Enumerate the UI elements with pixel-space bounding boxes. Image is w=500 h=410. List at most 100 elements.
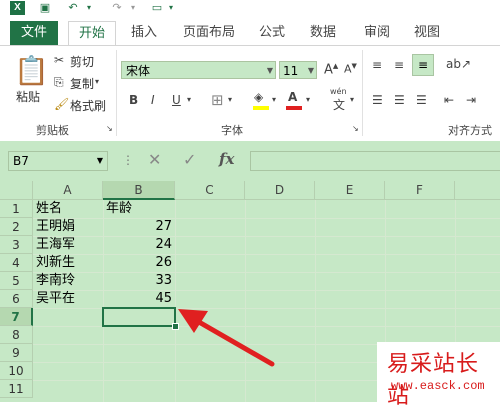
name-box[interactable]: B7 ▼ (8, 151, 108, 171)
copy-dropdown-icon[interactable]: ▾ (95, 77, 99, 86)
column-header[interactable]: F (385, 181, 455, 200)
row-header[interactable]: 6 (0, 290, 33, 308)
align-top-icon[interactable]: ≡ (372, 58, 382, 72)
increase-indent-icon[interactable]: ⇥ (466, 93, 476, 107)
enter-icon[interactable]: ✓ (183, 150, 196, 169)
cell-b4[interactable]: 26 (103, 254, 172, 272)
phonetic-icon[interactable]: 文 (333, 96, 345, 113)
cell-a1[interactable]: 姓名 (36, 200, 62, 218)
cut-icon[interactable]: ✂ (54, 53, 64, 67)
formula-bar: B7 ▼ ⋮ ✕ ✓ fx (0, 141, 500, 181)
font-group-label: 字体 (221, 124, 243, 137)
cut-button[interactable]: 剪切 (70, 53, 94, 70)
tab-home[interactable]: 开始 (68, 21, 117, 46)
cell-a4[interactable]: 刘新生 (36, 254, 75, 272)
cell-b1[interactable]: 年龄 (106, 200, 132, 218)
column-header[interactable]: D (245, 181, 315, 200)
cell-b3[interactable]: 24 (103, 236, 172, 254)
divider (362, 50, 363, 136)
phonetic-dropdown-icon[interactable]: ▾ (350, 95, 354, 104)
tab-review[interactable]: 审阅 (364, 21, 390, 45)
insert-function-button[interactable]: fx (219, 150, 234, 168)
font-size-field[interactable]: 11 ▼ (279, 61, 317, 79)
paste-icon[interactable]: 📋 (14, 54, 49, 87)
tab-data[interactable]: 数据 (310, 21, 336, 45)
fill-color-icon[interactable]: ◈ (254, 90, 263, 104)
row-header[interactable]: 5 (0, 272, 33, 290)
fill-dropdown-icon[interactable]: ▾ (272, 95, 276, 104)
save-icon[interactable]: ▣ (38, 2, 52, 14)
align-middle-icon[interactable]: ≡ (394, 58, 404, 72)
align-bottom-icon: ≡ (418, 58, 429, 72)
name-box-value: B7 (13, 154, 29, 168)
clipboard-group-label: 剪贴板 (36, 124, 69, 137)
row-header[interactable]: 3 (0, 236, 33, 254)
row-header[interactable]: 4 (0, 254, 33, 272)
tab-page-layout[interactable]: 页面布局 (183, 21, 235, 45)
quick-access-icon[interactable]: ▭ (150, 2, 164, 14)
clipboard-launcher-icon[interactable]: ↘ (106, 124, 113, 133)
row-header[interactable]: 11 (0, 380, 33, 398)
orientation-icon[interactable]: ab↗ (446, 57, 471, 71)
ribbon: 📋 粘贴 ✂ 剪切 ⎘ 复制 ▾ 🖌 格式刷 剪贴板 ↘ 宋体 ▼ 11 ▼ A… (0, 45, 500, 142)
paste-button[interactable]: 粘贴 (16, 88, 40, 105)
tab-view[interactable]: 视图 (414, 21, 440, 45)
column-header[interactable]: B (103, 181, 175, 200)
format-painter-button[interactable]: 格式刷 (70, 97, 106, 114)
increase-font-icon[interactable]: A▲ (324, 62, 338, 77)
underline-dropdown-icon[interactable]: ▾ (187, 95, 191, 104)
customize-qat-icon[interactable]: ▾ (164, 2, 178, 14)
cell-a2[interactable]: 王明娟 (36, 218, 75, 236)
font-name-value: 宋体 (126, 64, 151, 78)
fill-color-swatch (253, 106, 269, 110)
column-header[interactable]: A (33, 181, 103, 200)
redo-dropdown-icon[interactable]: ▾ (126, 2, 140, 14)
copy-button[interactable]: 复制 (70, 75, 94, 92)
borders-dropdown-icon[interactable]: ▾ (228, 95, 232, 104)
decrease-indent-icon[interactable]: ⇤ (444, 93, 454, 107)
decrease-font-icon[interactable]: A▼ (344, 62, 357, 76)
column-header[interactable]: E (315, 181, 385, 200)
cell-b2[interactable]: 27 (103, 218, 172, 236)
align-center-icon[interactable]: ☰ (394, 93, 405, 107)
undo-icon[interactable]: ↶ (66, 2, 80, 14)
italic-button[interactable]: I (151, 93, 155, 107)
undo-dropdown-icon[interactable]: ▾ (82, 2, 96, 14)
formula-input[interactable] (250, 151, 500, 171)
redo-icon[interactable]: ↷ (110, 2, 124, 14)
align-left-icon[interactable]: ☰ (372, 93, 383, 107)
cancel-icon[interactable]: ✕ (148, 150, 161, 169)
phonetic-label[interactable]: wén (330, 87, 347, 96)
bold-button[interactable]: B (129, 93, 138, 107)
row-header[interactable]: 8 (0, 326, 33, 344)
font-name-field[interactable]: 宋体 ▼ (121, 61, 276, 79)
selected-cell-b7[interactable] (102, 307, 176, 327)
cell-b6[interactable]: 45 (103, 290, 172, 308)
column-header[interactable]: C (175, 181, 245, 200)
select-all-corner[interactable] (0, 181, 33, 200)
align-right-icon[interactable]: ☰ (416, 93, 427, 107)
copy-icon[interactable]: ⎘ (54, 75, 64, 90)
resize-handle-icon[interactable]: ⋮ (122, 153, 134, 167)
cell-a5[interactable]: 李南玲 (36, 272, 75, 290)
format-painter-icon[interactable]: 🖌 (54, 97, 69, 111)
font-color-icon[interactable]: A (288, 90, 297, 104)
row-header[interactable]: 10 (0, 362, 33, 380)
tab-formulas[interactable]: 公式 (259, 21, 285, 45)
row-header[interactable]: 2 (0, 218, 33, 236)
row-header[interactable]: 7 (0, 308, 33, 326)
font-color-dropdown-icon[interactable]: ▾ (306, 95, 310, 104)
cell-a6[interactable]: 吴平在 (36, 290, 75, 308)
watermark-title: 易采站长站 (387, 352, 480, 409)
borders-icon[interactable]: ⊞ (211, 91, 224, 109)
font-launcher-icon[interactable]: ↘ (352, 124, 359, 133)
underline-button[interactable]: U (172, 93, 181, 107)
tab-file[interactable]: 文件 (10, 21, 58, 45)
align-bottom-button[interactable]: ≡ (412, 54, 434, 76)
column-header[interactable] (455, 181, 500, 200)
row-header[interactable]: 9 (0, 344, 33, 362)
cell-a3[interactable]: 王海军 (36, 236, 75, 254)
cell-b5[interactable]: 33 (103, 272, 172, 290)
row-header[interactable]: 1 (0, 200, 33, 218)
tab-insert[interactable]: 插入 (131, 21, 157, 45)
